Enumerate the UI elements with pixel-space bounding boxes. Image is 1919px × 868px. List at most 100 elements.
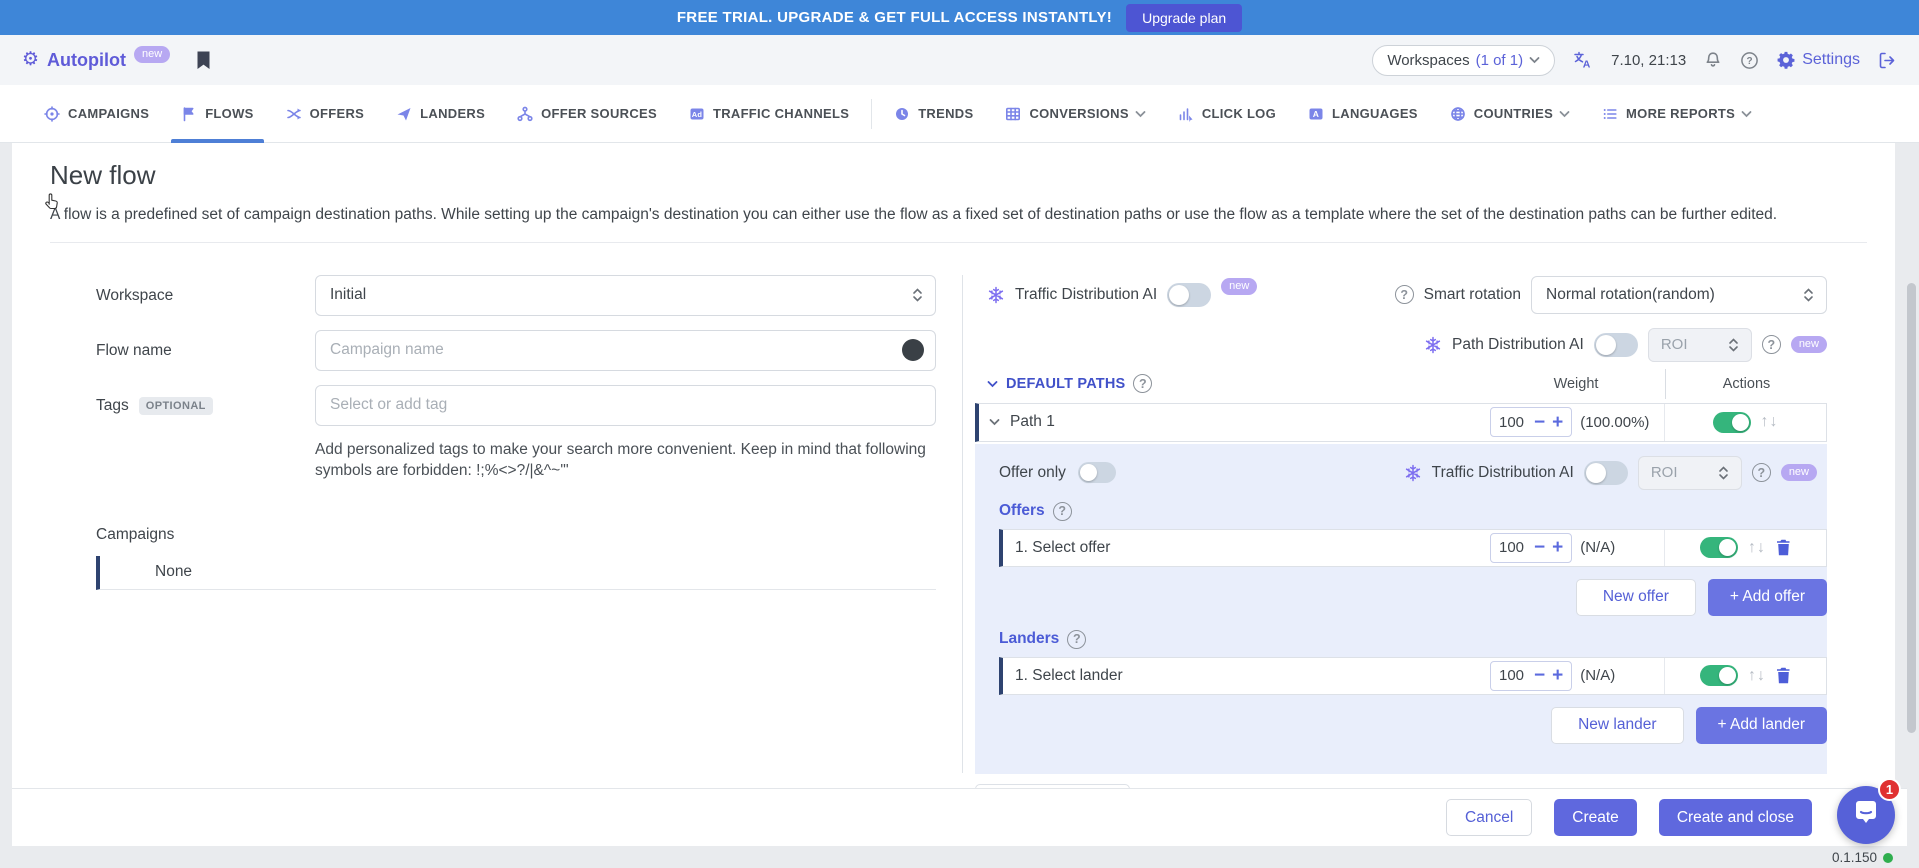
- minus-button[interactable]: −: [1534, 666, 1545, 685]
- svg-text:A: A: [1313, 109, 1319, 119]
- table-icon: [1005, 106, 1021, 122]
- select-arrows-icon: [1728, 337, 1739, 353]
- globe-icon: [1450, 106, 1466, 122]
- tags-help-text: Add personalized tags to make your searc…: [315, 440, 945, 482]
- trash-icon[interactable]: [1776, 539, 1791, 556]
- path-traffic-ai-toggle[interactable]: [1584, 461, 1628, 485]
- default-paths-help-icon[interactable]: ?: [1133, 374, 1152, 393]
- create-and-close-button[interactable]: Create and close: [1659, 799, 1812, 836]
- settings-button[interactable]: Settings: [1777, 51, 1860, 69]
- smart-rotation-select[interactable]: Normal rotation(random): [1531, 276, 1827, 314]
- lander-row[interactable]: 1. Select lander 100 − + (N/A): [999, 657, 1827, 695]
- offers-help-icon[interactable]: ?: [1053, 502, 1072, 521]
- minus-button[interactable]: −: [1534, 413, 1545, 432]
- svg-text:Ad: Ad: [692, 110, 703, 119]
- traffic-distribution-ai-toggle[interactable]: [1167, 283, 1211, 307]
- path-row[interactable]: Path 1 100 − + (100.00%) ↑↓: [975, 403, 1827, 442]
- smart-rotation-help-icon[interactable]: ?: [1395, 285, 1414, 304]
- flow-name-input[interactable]: Campaign name: [315, 330, 936, 371]
- chevron-down-icon[interactable]: [989, 418, 1000, 426]
- lander-enabled-toggle[interactable]: [1700, 665, 1738, 686]
- tags-input[interactable]: Select or add tag: [315, 385, 936, 426]
- nav-item-label: OFFERS: [310, 106, 365, 121]
- paths-panel: Traffic Distribution AI new ? Smart rota…: [962, 275, 1895, 773]
- app-root: FREE TRIAL. UPGRADE & GET FULL ACCESS IN…: [0, 0, 1919, 868]
- roi-select[interactable]: ROI: [1638, 456, 1742, 490]
- upgrade-plan-button[interactable]: Upgrade plan: [1126, 4, 1242, 32]
- path-distribution-ai-toggle[interactable]: [1594, 333, 1638, 357]
- offer-select-label[interactable]: 1. Select offer: [1015, 539, 1110, 557]
- path-distribution-ai-label: Path Distribution AI: [1452, 336, 1584, 354]
- trash-icon[interactable]: [1776, 667, 1791, 684]
- page-description: A flow is a predefined set of campaign d…: [50, 204, 1865, 226]
- workspaces-dropdown[interactable]: Workspaces (1 of 1): [1372, 45, 1555, 76]
- move-up-down-arrows[interactable]: ↑↓: [1748, 539, 1766, 557]
- nav-item-offers[interactable]: OFFERS: [270, 85, 381, 143]
- new-lander-button[interactable]: New lander: [1551, 707, 1683, 744]
- chevron-down-icon: [1741, 110, 1752, 118]
- plus-button[interactable]: +: [1552, 666, 1563, 685]
- plus-button[interactable]: +: [1552, 413, 1563, 432]
- offer-weight-stepper[interactable]: 100 − +: [1490, 533, 1572, 563]
- nav-item-trends[interactable]: TRENDS: [878, 85, 989, 143]
- weight-column-header: Weight: [1487, 376, 1665, 392]
- offer-row[interactable]: 1. Select offer 100 − + (N/A): [999, 529, 1827, 567]
- nav-item-landers[interactable]: LANDERS: [380, 85, 501, 143]
- ad-icon: Ad: [689, 106, 705, 122]
- notifications-bell-icon[interactable]: [1704, 51, 1722, 69]
- path-weight-stepper[interactable]: 100 − +: [1490, 407, 1572, 437]
- roi-select[interactable]: ROI: [1648, 328, 1752, 362]
- sitemap-icon: [517, 106, 533, 122]
- help-icon[interactable]: ?: [1740, 51, 1759, 70]
- nav-item-flows[interactable]: FLOWS: [165, 85, 269, 143]
- nav-item-more-reports[interactable]: MORE REPORTS: [1586, 85, 1768, 143]
- minus-button[interactable]: −: [1534, 538, 1545, 557]
- chat-icon: [1852, 799, 1880, 832]
- settings-label: Settings: [1802, 51, 1860, 69]
- plus-button[interactable]: +: [1552, 538, 1563, 557]
- path-weight-value[interactable]: 100: [1499, 414, 1527, 431]
- move-up-down-arrows[interactable]: ↑↓: [1748, 667, 1766, 685]
- version-info: 0.1.150: [1832, 850, 1893, 865]
- add-lander-button[interactable]: + Add lander: [1696, 707, 1827, 744]
- chevron-down-icon: [1559, 110, 1570, 118]
- nav-item-countries[interactable]: COUNTRIES: [1434, 85, 1586, 143]
- path-ai-help-icon[interactable]: ?: [1762, 335, 1781, 354]
- move-up-down-arrows[interactable]: ↑↓: [1761, 413, 1779, 431]
- nav-item-label: TRAFFIC CHANNELS: [713, 106, 849, 121]
- scrollbar-thumb[interactable]: [1907, 283, 1916, 733]
- nav-item-conversions[interactable]: CONVERSIONS: [989, 85, 1161, 143]
- default-paths-toggle[interactable]: DEFAULT PATHS ?: [975, 374, 1152, 393]
- brand[interactable]: ⚙ Autopilot new: [22, 50, 170, 71]
- flow-name-label: Flow name: [96, 340, 315, 360]
- nav-item-click-log[interactable]: CLICK LOG: [1162, 85, 1292, 143]
- workspace-label: Workspace: [96, 285, 315, 305]
- nav-item-traffic-channels[interactable]: Ad TRAFFIC CHANNELS: [673, 85, 865, 143]
- path-enabled-toggle[interactable]: [1713, 412, 1751, 433]
- campaigns-value: None: [155, 563, 192, 581]
- add-offer-button[interactable]: + Add offer: [1708, 579, 1827, 616]
- main-nav: CAMPAIGNSFLOWS OFFERS LANDERSOFFER SOURCES…: [0, 85, 1919, 143]
- cancel-button[interactable]: Cancel: [1446, 799, 1532, 836]
- bookmark-icon[interactable]: [196, 51, 211, 70]
- create-button[interactable]: Create: [1554, 799, 1637, 836]
- offer-weight-value[interactable]: 100: [1499, 539, 1527, 556]
- logout-icon[interactable]: [1878, 51, 1897, 70]
- landers-help-icon[interactable]: ?: [1067, 630, 1086, 649]
- offer-only-toggle[interactable]: [1078, 462, 1116, 483]
- nav-item-label: TRENDS: [918, 106, 973, 121]
- brand-name: Autopilot: [47, 50, 126, 71]
- flow-form: Workspace Initial Flow name Campaign nam…: [12, 275, 962, 773]
- lander-select-label[interactable]: 1. Select lander: [1015, 667, 1123, 685]
- lander-weight-value[interactable]: 100: [1499, 667, 1527, 684]
- nav-item-offer-sources[interactable]: OFFER SOURCES: [501, 85, 673, 143]
- offer-enabled-toggle[interactable]: [1700, 537, 1738, 558]
- nav-item-languages[interactable]: ALANGUAGES: [1292, 85, 1434, 143]
- new-offer-button[interactable]: New offer: [1576, 579, 1696, 616]
- traffic-ai-help-icon[interactable]: ?: [1752, 463, 1771, 482]
- translate-icon[interactable]: A: [1573, 50, 1593, 70]
- lander-weight-stepper[interactable]: 100 − +: [1490, 661, 1572, 691]
- workspace-select[interactable]: Initial: [315, 275, 936, 316]
- nav-item-campaigns[interactable]: CAMPAIGNS: [28, 85, 165, 143]
- name-token-dot[interactable]: [902, 339, 924, 361]
